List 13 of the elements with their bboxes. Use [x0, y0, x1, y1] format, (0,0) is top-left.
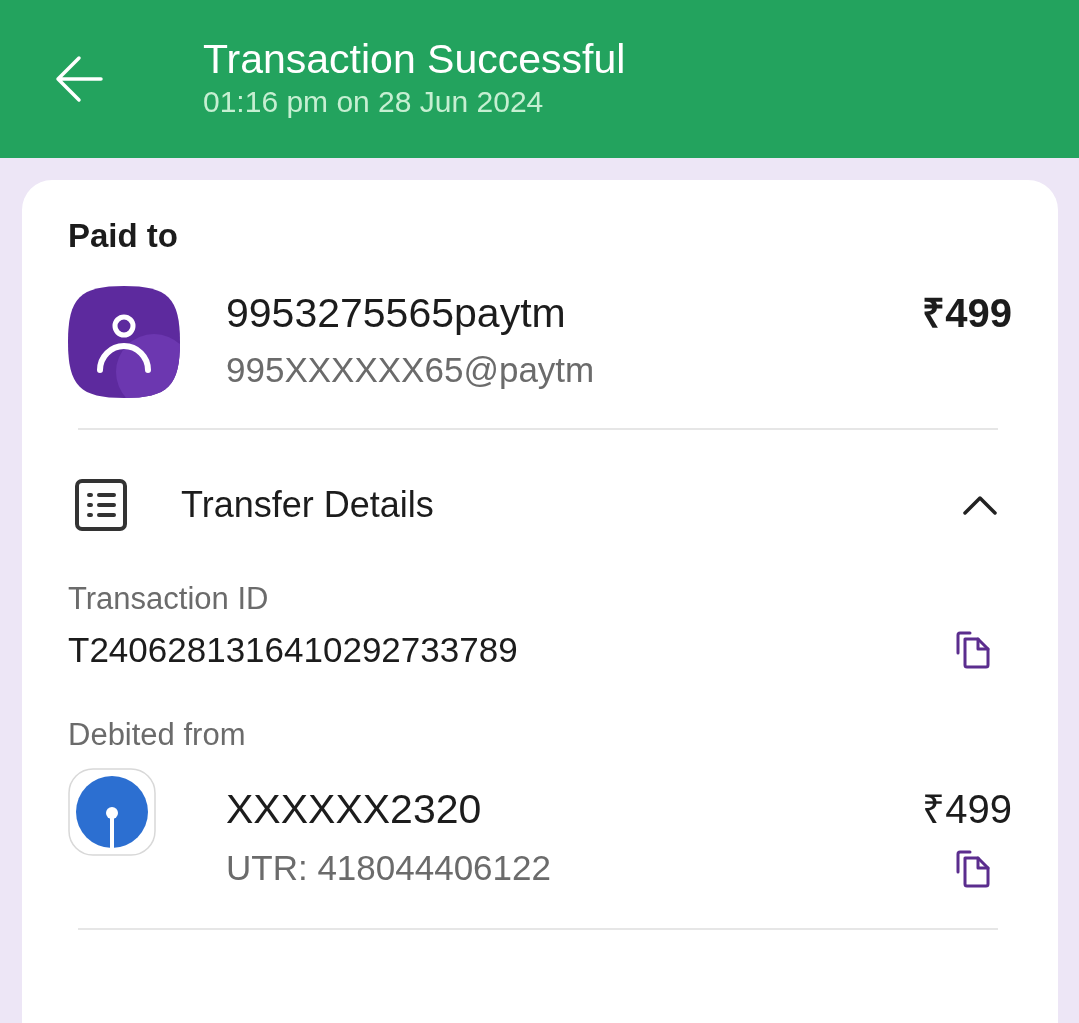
field-label: Transaction ID	[68, 580, 270, 618]
transaction-id: T2406281316410292733789	[68, 629, 519, 671]
utr-number: UTR: 418044406122	[226, 847, 552, 889]
amount: ₹499	[922, 290, 1012, 337]
payee-name: 9953275565paytm	[226, 289, 567, 338]
field-label: Debited from	[68, 716, 247, 754]
transfer-details-header[interactable]: Transfer Details	[68, 430, 1012, 580]
account-number: XXXXXX2320	[226, 785, 483, 834]
section-label: Paid to	[68, 216, 179, 256]
timestamp: 01:16 pm on 28 Jun 2024	[203, 84, 545, 120]
page-title: Transaction Successful	[203, 35, 626, 84]
upi-id: 995XXXXXX65@paytm	[226, 349, 596, 391]
amount: ₹499	[922, 786, 1012, 833]
